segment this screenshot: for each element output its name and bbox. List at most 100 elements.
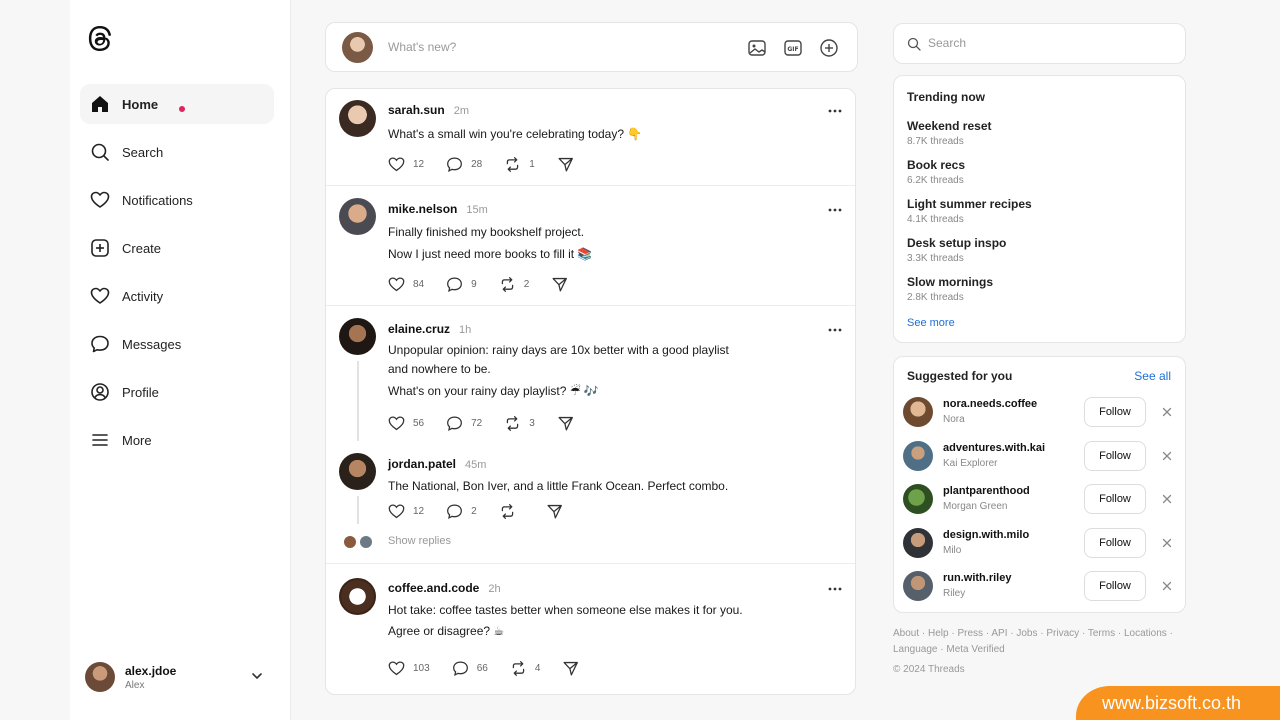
post-username[interactable]: elaine.cruz — [388, 322, 450, 336]
threads-logo-icon[interactable] — [86, 24, 114, 54]
trend-item[interactable]: Slow mornings 2.8K threads — [907, 275, 993, 303]
post-text: Unpopular opinion: rainy days are 10x be… — [388, 343, 729, 398]
post-username[interactable]: coffee.and.code — [388, 581, 479, 595]
nav-item-search[interactable]: Search — [80, 132, 274, 172]
share-button[interactable] — [562, 660, 587, 677]
heart-icon — [90, 190, 110, 210]
post-thread: elaine.cruz 1h Unpopular opinion: rainy … — [326, 306, 855, 564]
reply-button[interactable]: 9 — [446, 276, 477, 293]
post-text: What's a small win you're celebrating to… — [388, 127, 643, 141]
gif-icon[interactable]: GIF — [782, 37, 804, 59]
follow-button[interactable]: Follow — [1084, 571, 1146, 601]
nav-item-profile[interactable]: Profile — [80, 372, 274, 412]
account-switcher[interactable]: alex.jdoe Alex — [85, 660, 265, 694]
trend-item[interactable]: Desk setup inspo 3.3K threads — [907, 236, 1006, 264]
like-button[interactable]: 103 — [388, 660, 430, 677]
repost-button[interactable]: 3 — [504, 415, 535, 432]
nav-item-notifications[interactable]: Notifications — [80, 180, 274, 220]
follow-button[interactable]: Follow — [1084, 441, 1146, 471]
main-nav: Home Search Notifications Create Activit… — [80, 84, 274, 468]
reply-button[interactable]: 72 — [446, 415, 482, 432]
repost-button[interactable]: 4 — [510, 660, 540, 677]
see-more-link[interactable]: See more — [907, 317, 955, 329]
chevron-down-icon[interactable] — [249, 668, 265, 684]
trend-item[interactable]: Light summer recipes 4.1K threads — [907, 197, 1032, 225]
heart-icon — [388, 157, 405, 172]
nav-item-messages[interactable]: Messages — [80, 324, 274, 364]
repost-button[interactable]: 2 — [499, 276, 529, 293]
footer-links[interactable]: About · Help · Press · API · Jobs · Priv… — [893, 626, 1185, 658]
post-username[interactable]: sarah.sun — [388, 103, 445, 117]
send-icon — [547, 504, 562, 519]
image-icon[interactable] — [746, 37, 768, 59]
share-button[interactable] — [546, 503, 571, 520]
search-input[interactable] — [928, 36, 1168, 50]
reply-button[interactable]: 2 — [446, 503, 477, 520]
follow-button[interactable]: Follow — [1084, 397, 1146, 427]
avatar[interactable] — [903, 441, 933, 471]
more-options-icon[interactable] — [827, 581, 843, 597]
post-username[interactable]: jordan.patel — [388, 457, 456, 471]
nav-label: Create — [122, 240, 162, 256]
chat-bubble-icon — [90, 334, 110, 354]
show-replies-link[interactable]: Show replies — [388, 535, 451, 547]
post-username[interactable]: mike.nelson — [388, 202, 457, 216]
reply-button[interactable]: 28 — [446, 156, 482, 173]
thread-line — [357, 361, 359, 441]
add-circle-icon[interactable] — [818, 37, 840, 59]
nav-item-more[interactable]: More — [80, 420, 274, 460]
repost-button[interactable] — [499, 503, 524, 520]
post-actions: 103 66 4 — [388, 660, 609, 677]
trend-item[interactable]: Weekend reset 8.7K threads — [907, 119, 992, 147]
close-icon[interactable] — [1161, 536, 1173, 548]
nav-item-create[interactable]: Create — [80, 228, 274, 268]
trend-item[interactable]: Book recs 6.2K threads — [907, 158, 965, 186]
reply-button[interactable]: 66 — [452, 660, 488, 677]
share-button[interactable] — [551, 276, 576, 293]
send-icon — [552, 277, 568, 292]
avatar — [343, 535, 357, 549]
composer-placeholder[interactable]: What's new? — [388, 40, 456, 54]
user-circle-icon — [90, 382, 110, 402]
avatar[interactable] — [339, 578, 376, 615]
post-actions: 56 72 3 — [388, 415, 604, 432]
avatar[interactable] — [903, 571, 933, 601]
post-time: 15m — [466, 204, 488, 216]
search-box[interactable] — [893, 23, 1186, 64]
post-composer[interactable]: What's new? GIF — [325, 22, 858, 72]
close-icon[interactable] — [1161, 492, 1173, 504]
avatar[interactable] — [903, 397, 933, 427]
post: mike.nelson 15m Finally finished my book… — [326, 186, 855, 306]
trending-card: Trending now Weekend reset 8.7K threads B… — [893, 75, 1186, 343]
avatar[interactable] — [903, 528, 933, 558]
like-button[interactable]: 12 — [388, 156, 424, 173]
nav-label: Search — [122, 144, 164, 160]
avatar[interactable] — [903, 484, 933, 514]
avatar[interactable] — [339, 318, 376, 355]
send-icon — [558, 416, 573, 431]
nav-item-home[interactable]: Home — [80, 84, 274, 124]
like-button[interactable]: 56 — [388, 415, 424, 432]
more-options-icon[interactable] — [827, 322, 843, 338]
like-button[interactable]: 12 — [388, 503, 424, 520]
heart-icon — [388, 277, 405, 292]
like-button[interactable]: 84 — [388, 276, 424, 293]
see-all-link[interactable]: See all — [1134, 369, 1171, 383]
avatar[interactable] — [339, 198, 376, 235]
account-username: alex.jdoe — [125, 663, 177, 678]
heart-icon — [388, 661, 405, 676]
more-options-icon[interactable] — [827, 202, 843, 218]
repost-button[interactable]: 1 — [504, 156, 535, 173]
close-icon[interactable] — [1161, 449, 1173, 461]
avatar[interactable] — [339, 453, 376, 490]
follow-button[interactable]: Follow — [1084, 528, 1146, 558]
more-options-icon[interactable] — [827, 103, 843, 119]
avatar[interactable] — [339, 100, 376, 137]
close-icon[interactable] — [1161, 579, 1173, 591]
share-button[interactable] — [557, 415, 582, 432]
suggested-user: run.with.riley Riley Follow — [903, 570, 1178, 604]
share-button[interactable] — [557, 156, 582, 173]
follow-button[interactable]: Follow — [1084, 484, 1146, 514]
close-icon[interactable] — [1161, 405, 1173, 417]
nav-item-activity[interactable]: Activity — [80, 276, 274, 316]
